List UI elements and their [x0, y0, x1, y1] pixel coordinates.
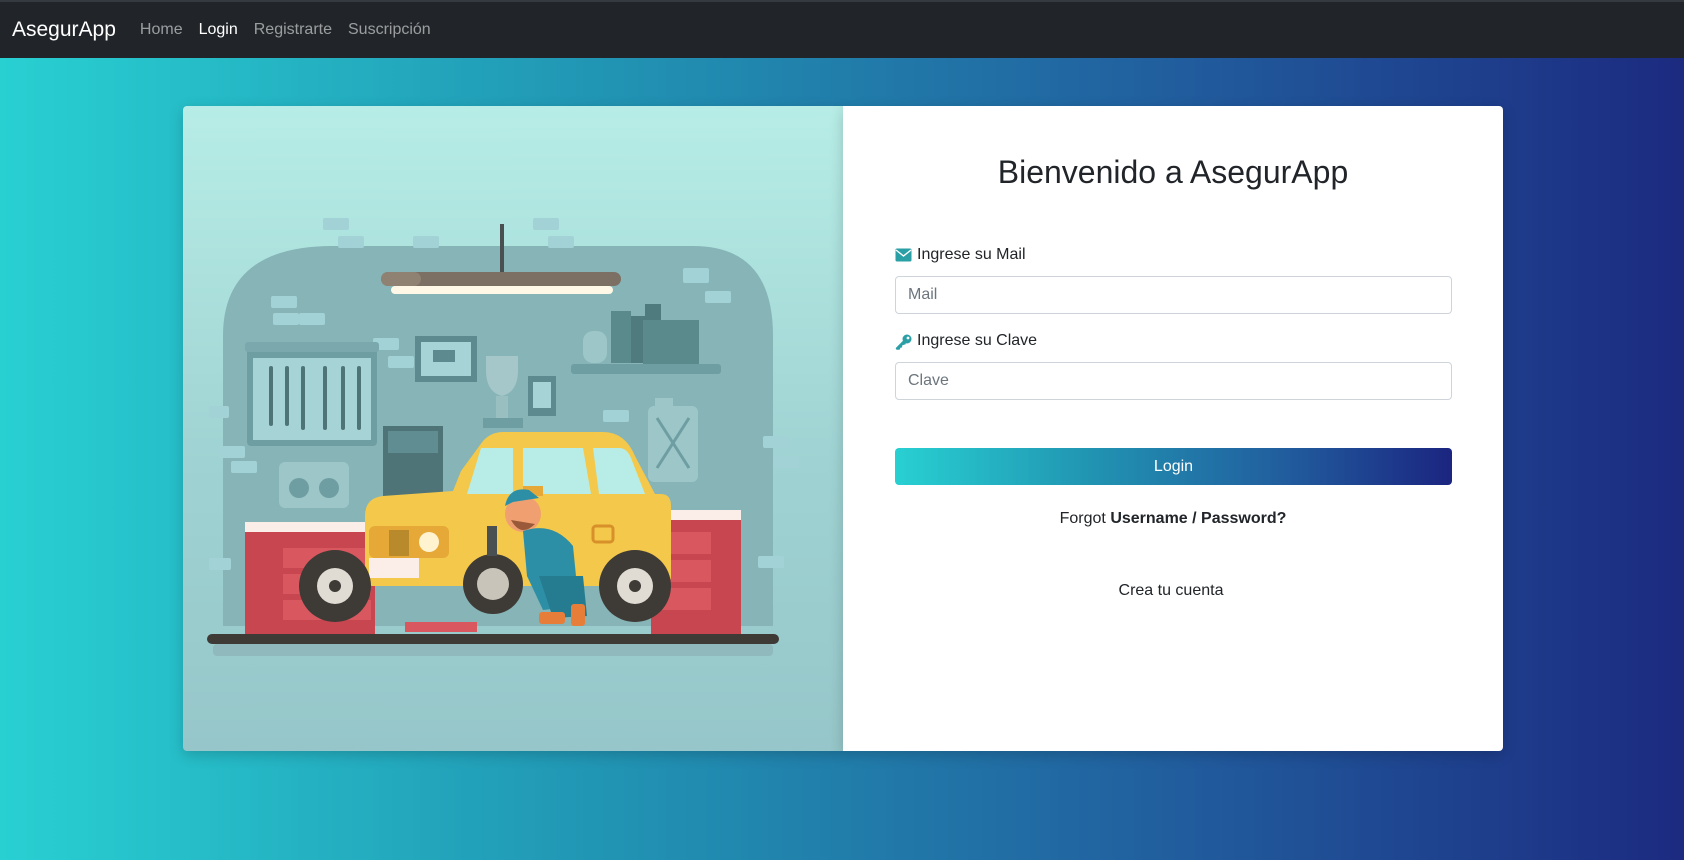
nav-link-home[interactable]: Home [140, 21, 183, 39]
login-card: Bienvenido a AsegurApp Ingrese su Mail I… [843, 106, 1503, 751]
forgot-credentials-link[interactable]: Username / Password? [1110, 510, 1286, 527]
forgot-credentials: Forgot Username / Password? [843, 510, 1503, 528]
password-label-text: Ingrese su Clave [917, 332, 1038, 349]
top-navbar: AsegurApp Home Login Registrarte Suscrip… [0, 0, 1684, 58]
navbar-brand[interactable]: AsegurApp [12, 18, 116, 42]
password-input[interactable] [895, 362, 1452, 400]
garage-mechanic-illustration [207, 218, 799, 656]
key-icon [895, 334, 912, 350]
create-account-link[interactable]: Crea tu cuenta [843, 582, 1499, 600]
login-title: Bienvenido a AsegurApp [997, 154, 1349, 190]
page-background: Bienvenido a AsegurApp Ingrese su Mail I… [0, 58, 1684, 860]
nav-link-registrarte[interactable]: Registrarte [254, 21, 332, 39]
illustration-panel [183, 106, 843, 751]
mail-label-text: Ingrese su Mail [917, 246, 1026, 263]
nav-link-suscripcion[interactable]: Suscripción [348, 21, 431, 39]
envelope-icon [895, 248, 912, 262]
mail-input[interactable] [895, 276, 1452, 314]
nav-link-login[interactable]: Login [199, 21, 238, 39]
forgot-prefix: Forgot [1059, 510, 1106, 527]
mail-label: Ingrese su Mail [895, 246, 1026, 264]
password-label: Ingrese su Clave [895, 332, 1037, 350]
login-button[interactable]: Login [895, 448, 1452, 485]
